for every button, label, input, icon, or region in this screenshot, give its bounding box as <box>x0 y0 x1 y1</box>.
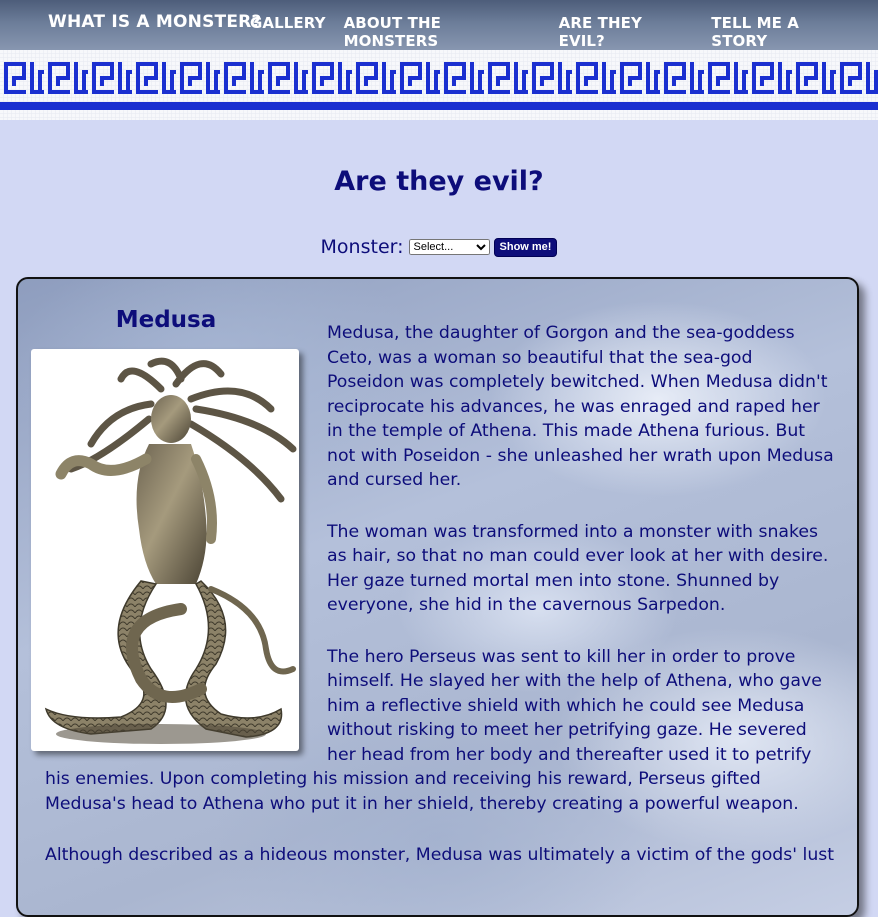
brand-link[interactable]: WHAT IS A MONSTER? <box>48 12 262 32</box>
show-me-button[interactable]: Show me! <box>493 237 558 257</box>
nav-tell-me-a-story[interactable]: TELL ME A STORY <box>711 14 860 50</box>
nav-gallery[interactable]: GALLERY <box>250 14 326 50</box>
monster-card: Medusa Medusa, the daughter of Gorgon an… <box>16 277 859 917</box>
nav-about-the-monsters[interactable]: ABOUT THE MONSTERS <box>344 14 541 50</box>
greek-key-border <box>0 50 878 120</box>
main-nav: GALLERY ABOUT THE MONSTERS ARE THEY EVIL… <box>250 14 878 50</box>
monster-selector: Monster: Select... Show me! <box>0 236 878 258</box>
greek-key-pattern-icon <box>0 50 878 120</box>
monster-name: Medusa <box>115 307 217 333</box>
page-title: Are they evil? <box>334 166 544 197</box>
nav-are-they-evil[interactable]: ARE THEY EVIL? <box>559 14 694 50</box>
story-paragraph: Although described as a hideous monster,… <box>45 845 835 865</box>
monster-figure: Medusa <box>31 279 301 751</box>
monster-select[interactable]: Select... <box>408 239 490 255</box>
medusa-statue-icon <box>44 357 297 744</box>
medusa-statue-image <box>31 349 299 751</box>
top-navbar: WHAT IS A MONSTER? GALLERY ABOUT THE MON… <box>0 0 878 50</box>
monster-label: Monster: <box>320 236 404 258</box>
monster-card-content: Medusa Medusa, the daughter of Gorgon an… <box>18 279 857 895</box>
